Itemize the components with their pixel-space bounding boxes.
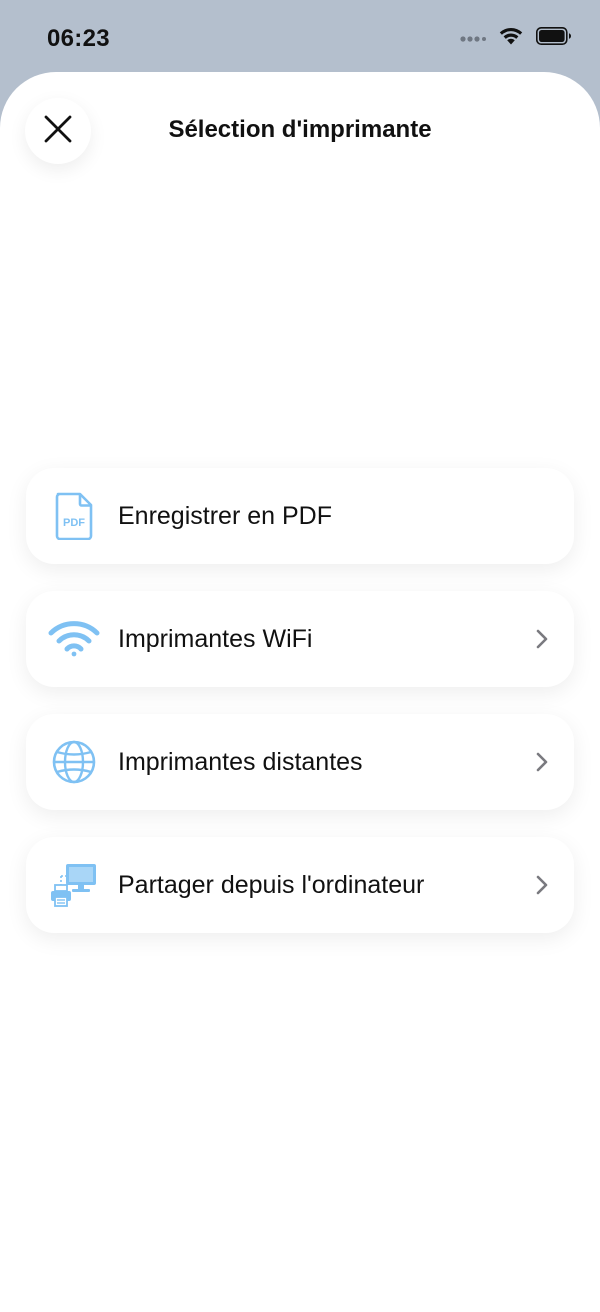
cellular-signal-icon — [460, 30, 486, 48]
option-label: Imprimantes WiFi — [118, 624, 313, 653]
battery-icon — [536, 27, 572, 50]
status-bar: 06:23 — [0, 0, 600, 72]
printer-selection-sheet: Sélection d'imprimante PDF Enregistrer e… — [0, 72, 600, 1312]
option-label: Imprimantes distantes — [118, 747, 363, 776]
option-label: Partager depuis l'ordinateur — [118, 870, 425, 899]
globe-icon — [48, 736, 100, 788]
option-remote-printers[interactable]: Imprimantes distantes — [26, 714, 574, 810]
pdf-badge-text: PDF — [63, 517, 85, 529]
option-label: Enregistrer en PDF — [118, 501, 332, 530]
chevron-right-icon — [532, 750, 552, 774]
wifi-status-icon — [498, 26, 524, 51]
chevron-right-icon — [532, 873, 552, 897]
option-wifi-printers[interactable]: Imprimantes WiFi — [26, 591, 574, 687]
status-time: 06:23 — [47, 25, 110, 52]
wifi-icon — [48, 613, 100, 665]
pdf-file-icon: PDF — [48, 490, 100, 542]
chevron-right-icon — [532, 627, 552, 651]
sheet-title: Sélection d'imprimante — [168, 116, 432, 143]
option-share-from-computer[interactable]: Partager depuis l'ordinateur — [26, 837, 574, 933]
status-icons — [460, 26, 572, 51]
computer-printer-icon — [48, 859, 100, 911]
option-save-pdf[interactable]: PDF Enregistrer en PDF — [26, 468, 574, 564]
